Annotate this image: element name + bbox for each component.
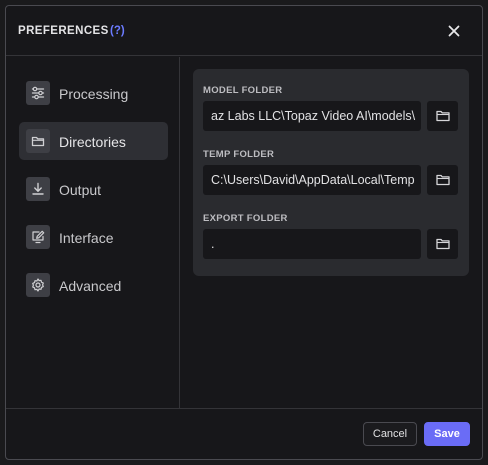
- sidebar: Processing Directories Output Interface …: [6, 57, 180, 408]
- dialog-header: PREFERENCES (?): [6, 6, 482, 56]
- model-folder-input[interactable]: az Labs LLC\Topaz Video AI\models\: [203, 101, 421, 131]
- model-folder-browse-button[interactable]: [427, 101, 458, 131]
- preferences-dialog: PREFERENCES (?) Processing Directories O…: [5, 5, 483, 460]
- sidebar-item-processing[interactable]: Processing: [19, 74, 168, 112]
- help-link[interactable]: (?): [110, 25, 125, 37]
- temp-folder-input[interactable]: C:\Users\David\AppData\Local\Temp: [203, 165, 421, 195]
- edit-screen-icon: [26, 225, 50, 249]
- sidebar-item-label: Advanced: [59, 278, 122, 294]
- dialog-title: PREFERENCES: [18, 25, 109, 37]
- gear-icon: [26, 273, 50, 297]
- sidebar-item-label: Interface: [59, 230, 114, 246]
- directories-panel: MODEL FOLDER az Labs LLC\Topaz Video AI\…: [193, 69, 469, 276]
- sidebar-item-label: Output: [59, 182, 102, 198]
- model-folder-label: MODEL FOLDER: [203, 85, 283, 96]
- sliders-icon: [26, 81, 50, 105]
- export-folder-input[interactable]: .: [203, 229, 421, 259]
- folder-icon: [435, 110, 450, 122]
- sidebar-item-directories[interactable]: Directories: [19, 122, 168, 160]
- download-icon: [26, 177, 50, 201]
- folder-icon: [26, 129, 50, 153]
- export-folder-label: EXPORT FOLDER: [203, 213, 288, 224]
- export-folder-browse-button[interactable]: [427, 229, 458, 259]
- save-button[interactable]: Save: [424, 422, 470, 446]
- dialog-footer: Cancel Save: [6, 408, 482, 459]
- sidebar-item-interface[interactable]: Interface: [19, 218, 168, 256]
- folder-icon: [435, 238, 450, 250]
- close-icon[interactable]: [446, 23, 462, 39]
- sidebar-item-output[interactable]: Output: [19, 170, 168, 208]
- temp-folder-browse-button[interactable]: [427, 165, 458, 195]
- cancel-button[interactable]: Cancel: [363, 422, 417, 446]
- folder-icon: [435, 174, 450, 186]
- sidebar-item-label: Processing: [59, 86, 129, 102]
- sidebar-item-advanced[interactable]: Advanced: [19, 266, 168, 304]
- sidebar-item-label: Directories: [59, 134, 126, 150]
- temp-folder-label: TEMP FOLDER: [203, 149, 275, 160]
